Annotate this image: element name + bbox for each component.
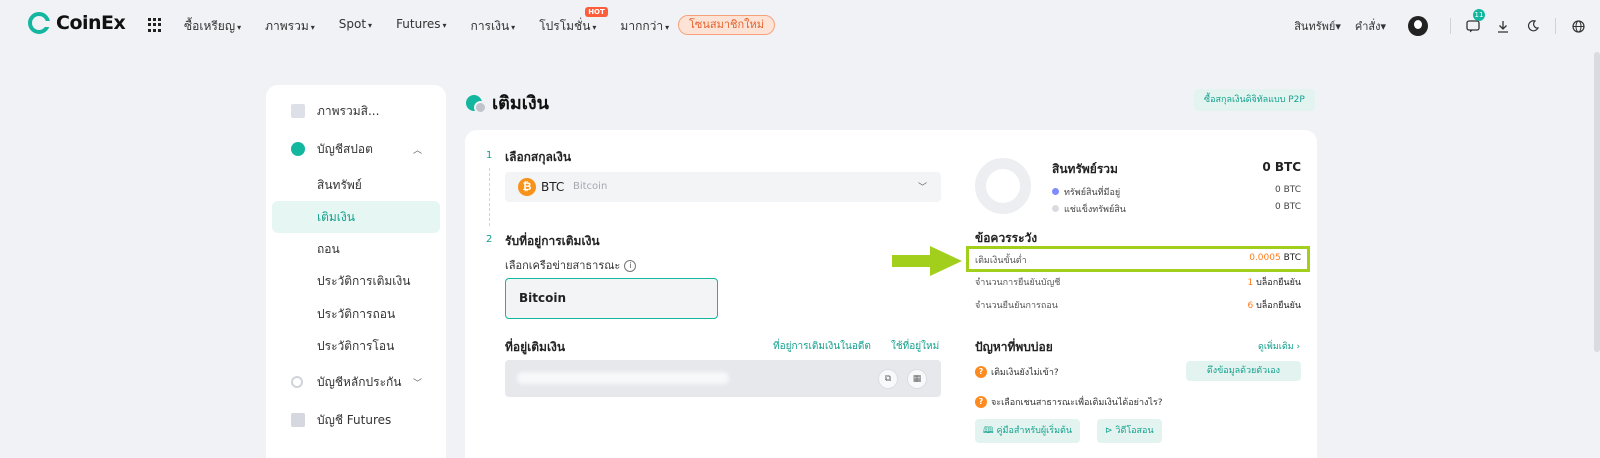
faq-see-more-link[interactable]: ดูเพิ่มเติม ›	[1258, 339, 1300, 353]
self-service-retrieve-button[interactable]: ดึงข้อมูลด้วยตัวเอง	[1186, 361, 1301, 381]
nav-more[interactable]: มากกว่า ▾	[620, 17, 669, 36]
sidebar-item-withdraw-history[interactable]: ประวัติการถอน	[266, 298, 446, 330]
download-icon[interactable]	[1495, 18, 1511, 34]
nav-futures[interactable]: Futures ▾	[396, 17, 446, 36]
language-globe-icon[interactable]	[1570, 18, 1586, 34]
arrow-right-icon	[892, 246, 962, 276]
futures-account-icon	[291, 413, 305, 427]
main-nav: ซื้อเหรียญ ▾ ภาพรวม ▾ Spot ▾ Futures ▾ การเง…	[184, 7, 693, 36]
nav-markets[interactable]: ภาพรวม ▾	[265, 17, 315, 36]
nav-buy-crypto[interactable]: ซื้อเหรียญ ▾	[184, 17, 241, 36]
coin-select-dropdown[interactable]: ₿ BTC Bitcoin ﹀	[505, 172, 941, 202]
faq-question-choose-chain[interactable]: ? จะเลือกเชนสาธารณะเพื่อเติมเงินได้อย่างไ…	[975, 395, 1163, 409]
video-tutorial-button[interactable]: ⊳ วิดีโอสอน	[1097, 419, 1162, 443]
new-member-zone-button[interactable]: โซนสมาชิกใหม่	[678, 15, 776, 35]
legend-dot	[1052, 188, 1059, 195]
step-1-label: เลือกสกุลเงิน	[505, 150, 572, 164]
frozen-assets-row: แช่แข็งทรัพย์สิน 0 BTC	[1052, 202, 1301, 216]
total-assets-value: 0 BTC	[1262, 160, 1301, 174]
sidebar-item-assets[interactable]: สินทรัพย์	[266, 169, 446, 201]
logo-text: CoinEx	[56, 12, 126, 34]
address-history-link[interactable]: ที่อยู่การเติมเงินในอดีต	[773, 339, 871, 354]
step-2-number: 2	[486, 234, 493, 245]
margin-account-icon	[291, 376, 303, 388]
info-icon[interactable]: i	[624, 260, 637, 272]
divider	[1450, 18, 1451, 34]
new-address-link[interactable]: ใช้ที่อยู่ใหม่	[891, 339, 939, 354]
bitcoin-icon: ₿	[518, 178, 536, 196]
sidebar-item-transfer-history[interactable]: ประวัติการโอน	[266, 330, 446, 362]
chevron-down-icon: ﹀	[413, 378, 423, 389]
deposit-address-label: ที่อยู่เติมเงิน	[505, 340, 566, 354]
nav-promotions[interactable]: โปรโมชั่น ▾ HOT	[539, 7, 608, 36]
assets-menu[interactable]: สินทรัพย์▾	[1294, 17, 1341, 35]
apps-grid-icon[interactable]	[148, 18, 162, 32]
coin-symbol: BTC	[541, 180, 565, 194]
faq-question-deposit-not-arrived[interactable]: ? เติมเงินยังไม่เข้า?	[975, 365, 1059, 379]
step-1-number: 1	[486, 150, 493, 161]
nav-spot[interactable]: Spot ▾	[339, 17, 372, 36]
total-assets-title: สินทรัพย์รวม	[1052, 162, 1118, 176]
question-icon: ?	[975, 396, 987, 408]
sidebar-item-deposit[interactable]: เติมเงิน	[272, 201, 440, 233]
assets-donut-chart	[975, 158, 1031, 214]
p2p-buy-button[interactable]: ซื้อสกุลเงินดิจิทัลแบบ P2P	[1194, 89, 1315, 111]
page-header: เติมเงิน	[466, 88, 549, 117]
blurred-address	[517, 372, 729, 384]
copy-icon[interactable]: ⧉	[878, 369, 898, 389]
network-option-bitcoin[interactable]: Bitcoin	[505, 278, 718, 319]
top-navigation-bar: CoinEx ซื้อเหรียญ ▾ ภาพรวม ▾ Spot ▾ Futures…	[0, 0, 1600, 52]
step-connector	[489, 168, 490, 226]
qr-code-icon[interactable]: ▦	[907, 369, 927, 389]
divider	[1555, 18, 1556, 34]
withdraw-confirmations-row: จำนวนยืนยันการถอน 6 บล็อกยืนยัน	[975, 301, 1301, 311]
chevron-up-icon: ︿	[413, 145, 423, 156]
play-icon: ⊳	[1105, 426, 1113, 436]
page-scrollbar[interactable]	[1594, 52, 1600, 352]
page-title: เติมเงิน	[492, 93, 549, 114]
header-right-actions: สินทรัพย์▾ คำสั่ง▾ 11	[1294, 9, 1600, 38]
coinex-logo[interactable]: CoinEx	[28, 12, 126, 34]
spot-account-icon	[291, 142, 305, 156]
deposit-icon	[466, 94, 487, 114]
sidebar-item-deposit-history[interactable]: ประวัติการเติมเงิน	[266, 265, 446, 297]
book-icon: 🕮	[983, 426, 994, 436]
sidebar-item-margin-account[interactable]: บัญชีหลักประกัน ﹀	[266, 366, 446, 398]
sidebar-item-spot-account[interactable]: บัญชีสปอต ︿	[266, 133, 446, 165]
step-2-label: รับที่อยู่การเติมเงิน	[505, 234, 600, 248]
nav-finance[interactable]: การเงิน ▾	[471, 17, 516, 36]
question-icon: ?	[975, 366, 987, 378]
orders-menu[interactable]: คำสั่ง▾	[1355, 17, 1386, 35]
chevron-down-icon: ﹀	[917, 183, 927, 193]
message-icon[interactable]: 11	[1465, 9, 1485, 34]
available-assets-row: ทรัพย์สินที่มีอยู่ 0 BTC	[1052, 185, 1301, 199]
deposit-address-field: ⧉ ▦	[505, 360, 941, 397]
user-avatar-icon[interactable]	[1408, 16, 1428, 36]
beginner-guide-button[interactable]: 🕮 คู่มือสำหรับผู้เริ่มต้น	[975, 419, 1080, 443]
min-deposit-row: เติมเงินขั้นต่ำ 0.0005 BTC	[975, 253, 1301, 266]
faq-title: ปัญหาที่พบบ่อย	[975, 340, 1053, 354]
sidebar-item-withdraw[interactable]: ถอน	[266, 233, 446, 265]
hot-badge: HOT	[585, 7, 608, 17]
legend-dot	[1052, 205, 1059, 212]
sidebar-item-futures-account[interactable]: บัญชี Futures	[266, 404, 446, 436]
dark-mode-moon-icon[interactable]	[1525, 18, 1541, 34]
account-confirmations-row: จำนวนการยืนยันบัญชี 1 บล็อกยืนยัน	[975, 278, 1301, 288]
coinex-logo-icon	[28, 12, 51, 34]
overview-icon	[291, 104, 305, 118]
asset-sidebar: ภาพรวมสิ... บัญชีสปอต ︿ สินทรัพย์ เติมเง…	[266, 85, 446, 458]
network-label: เลือกเครือข่ายสาธารณะ i	[505, 256, 637, 274]
coin-name: Bitcoin	[573, 181, 608, 192]
notification-count-badge: 11	[1473, 9, 1485, 21]
sidebar-item-overview[interactable]: ภาพรวมสิ...	[266, 95, 446, 127]
